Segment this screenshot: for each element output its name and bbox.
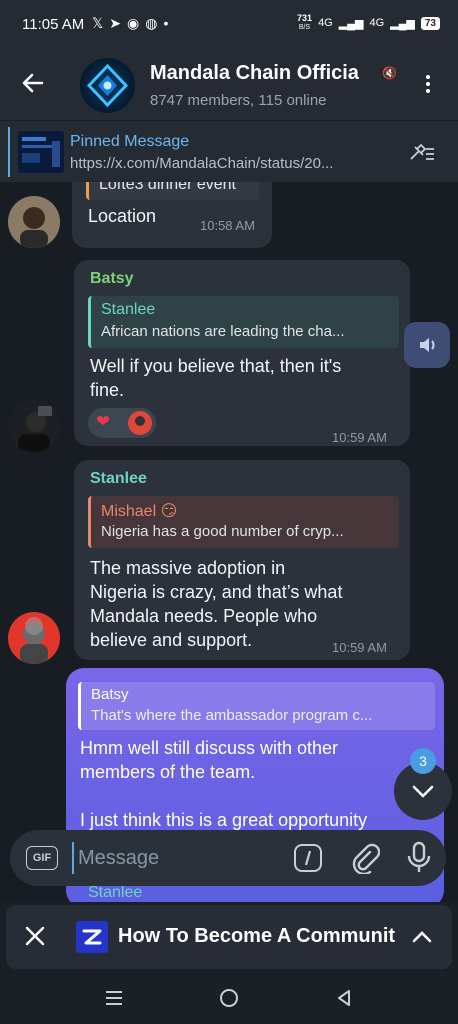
reaction-chip[interactable]: ❤ [88, 408, 156, 438]
text-line: members of the team. [80, 762, 256, 782]
message-input[interactable] [72, 842, 280, 874]
telegram-icon: ➤ [109, 15, 128, 31]
voice-chat-button[interactable] [404, 322, 450, 368]
sender-name[interactable]: Batsy [90, 270, 134, 288]
reply-name: Mishael 😏 [101, 503, 178, 520]
chat-header: Mandala Chain Officia 🔇 8747 members, 11… [0, 50, 458, 120]
reactor-avatar [128, 411, 152, 435]
reply-preview[interactable]: Stanlee African nations are leading the … [88, 296, 399, 348]
x-icon: 𝕏 [92, 15, 110, 31]
avatar[interactable] [8, 400, 60, 452]
reply-text: That's where the ambassador program c... [91, 707, 373, 724]
sender-name[interactable]: Stanlee [90, 470, 147, 488]
discord-icon: ◍ [145, 15, 164, 31]
article-panel[interactable]: How To Become A Communit [6, 905, 452, 969]
message-time: 10:59 AM [332, 430, 387, 445]
speed-indicator: 731 B/S [297, 14, 312, 32]
message-time: 10:59 AM [332, 640, 387, 655]
notification-icons: 𝕏➤◉◍• [92, 15, 174, 32]
whatsapp-icon: ◉ [127, 15, 146, 31]
status-time: 11:05 AM [22, 16, 85, 33]
home-icon[interactable] [218, 987, 240, 1014]
reply-text: African nations are leading the cha... [101, 323, 345, 340]
reply-preview[interactable]: Batsy That's where the ambassador progra… [78, 682, 435, 730]
message-text: Hmm well still discuss with other member… [80, 736, 367, 832]
text-line: fine. [90, 380, 125, 400]
attach-icon[interactable] [350, 842, 381, 879]
member-count: 8747 members, 115 online [150, 92, 327, 109]
gif-button[interactable]: GIF [26, 846, 58, 870]
reply-preview[interactable]: Lofte3 dinner event [86, 182, 259, 200]
battery-icon: 73 [420, 16, 440, 30]
reply-preview[interactable]: Mishael 😏 Nigeria has a good number of c… [88, 496, 399, 548]
text-line: The massive adoption in [90, 558, 286, 578]
more-options-icon[interactable] [418, 72, 438, 102]
command-icon[interactable] [294, 844, 322, 872]
status-bar: 11:05 AM 𝕏➤◉◍• 731 B/S 4G ▂▄▆ 4G ▂▄▆ 73 [0, 0, 458, 50]
status-right: 731 B/S 4G ▂▄▆ 4G ▂▄▆ 73 [297, 14, 440, 32]
sender-name: Stanlee [88, 884, 143, 901]
message-time: 10:58 AM [200, 218, 255, 233]
reply-name: Batsy [91, 686, 129, 703]
avatar[interactable] [8, 612, 60, 664]
reply-text: Nigeria has a good number of cryp... [101, 523, 344, 540]
message-bubble[interactable]: Stanlee Mishael 😏 Nigeria has a good num… [74, 460, 410, 660]
chevron-up-icon[interactable] [410, 925, 434, 954]
pinned-text: https://x.com/MandalaChain/status/20... [70, 155, 334, 172]
reply-text: Lofte3 dinner event [99, 182, 236, 193]
network-1: 4G [318, 17, 333, 29]
pinned-list-icon[interactable] [408, 143, 436, 168]
unread-badge: 3 [410, 748, 436, 774]
chat-area[interactable]: Lofte3 dinner event Location 10:58 AM Ba… [0, 182, 458, 902]
close-icon[interactable] [24, 925, 46, 952]
pinned-message-bar[interactable]: Pinned Message https://x.com/MandalaChai… [0, 120, 458, 183]
dot-icon: • [163, 15, 175, 31]
text-line: I just think this is a great opportunity [80, 810, 368, 830]
back-nav-icon[interactable] [334, 988, 354, 1013]
site-logo-icon [76, 921, 108, 953]
message-text: The massive adoption in Nigeria is crazy… [90, 556, 342, 652]
microphone-icon[interactable] [406, 840, 432, 881]
panel-title[interactable]: How To Become A Communit [118, 925, 408, 948]
text-line: Mandala needs. People who [90, 606, 318, 626]
network-2: 4G [369, 17, 385, 29]
speed-value: 731 [297, 13, 313, 23]
text-line: Hmm well still discuss with other [80, 738, 339, 758]
group-avatar[interactable] [80, 58, 135, 113]
heart-icon: ❤ [96, 412, 111, 431]
chat-title[interactable]: Mandala Chain Officia [150, 62, 382, 85]
speed-unit: B/S [298, 24, 311, 31]
avatar[interactable] [8, 196, 60, 248]
speaker-icon [420, 338, 435, 352]
message-text: Well if you believe that, then it's fine… [90, 354, 341, 402]
system-nav-bar [0, 970, 458, 1024]
signal-icon-2: ▂▄▆ [390, 17, 415, 30]
message-text: Location [88, 206, 157, 226]
pinned-indicator [8, 127, 10, 177]
message-input-bar: GIF [10, 830, 446, 886]
text-line: believe and support. [90, 630, 253, 650]
pinned-title: Pinned Message [70, 133, 190, 150]
reply-name: Stanlee [101, 301, 156, 318]
back-arrow-icon[interactable] [20, 70, 50, 100]
pinned-thumbnail [18, 131, 64, 173]
message-bubble[interactable]: Batsy Stanlee African nations are leadin… [74, 260, 410, 446]
text-line: Well if you believe that, then it's [90, 356, 342, 376]
text-line [80, 784, 367, 808]
recent-apps-icon[interactable] [104, 988, 124, 1013]
text-line: Nigeria is crazy, and that’s what [90, 582, 343, 602]
signal-icon-1: ▂▄▆ [338, 17, 364, 30]
muted-icon: 🔇 [382, 66, 397, 80]
message-bubble[interactable]: Lofte3 dinner event Location 10:58 AM [72, 182, 272, 248]
